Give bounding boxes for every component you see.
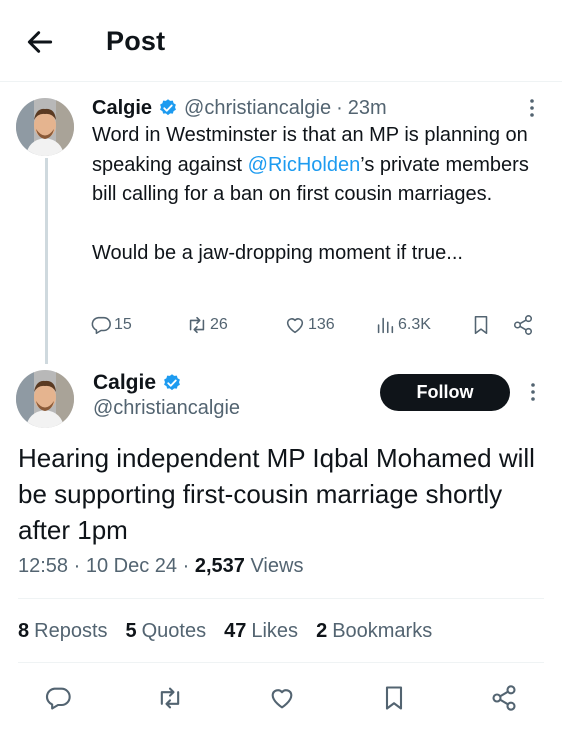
avatar[interactable] (16, 98, 74, 156)
heart-icon (286, 318, 304, 334)
separator-dot: · (182, 555, 190, 577)
views-count: 6.3K (398, 316, 431, 333)
top-bar: Post (0, 0, 562, 82)
reply-icon[interactable] (44, 684, 72, 712)
reposts-label: Reposts (34, 620, 108, 642)
like-button[interactable]: 136 (284, 312, 335, 338)
author-name[interactable]: Calgie (92, 97, 152, 120)
more-vertical-icon[interactable] (520, 96, 544, 120)
divider (18, 662, 544, 663)
reply-button[interactable]: 15 (90, 312, 132, 338)
views-count: 2,537 (194, 555, 245, 577)
post-date[interactable]: 10 Dec 24 (86, 555, 177, 577)
bookmark-icon (474, 315, 488, 335)
quoted-action-bar: 15 26 136 6.3K (90, 312, 540, 338)
main-author-row: Calgie (93, 369, 188, 397)
separator-dot: · (73, 555, 81, 577)
repost-count: 26 (210, 316, 228, 333)
reply-icon (91, 316, 111, 335)
page-title: Post (106, 26, 166, 56)
more-vertical-icon[interactable] (521, 380, 545, 404)
author-handle[interactable]: @christiancalgie (184, 97, 331, 120)
like-count: 136 (308, 316, 335, 333)
repost-icon[interactable] (156, 684, 184, 712)
post-text-paragraph: Would be a jaw-dropping moment if true..… (92, 242, 463, 264)
bookmarks-count: 2 (316, 620, 328, 642)
quotes-count: 5 (125, 620, 137, 642)
quoted-post-text: Word in Westminster is that an MP is pla… (92, 121, 544, 269)
repost-icon (189, 316, 205, 334)
likes-count: 47 (224, 620, 247, 642)
post-time[interactable]: 23m (348, 97, 387, 120)
repost-button[interactable]: 26 (186, 312, 228, 338)
post-metadata: 12:58 · 10 Dec 24 · 2,537 Views (18, 555, 303, 578)
views-label: Views (250, 555, 304, 577)
likes-label: Likes (251, 620, 299, 642)
likes-stat[interactable]: 47 Likes (224, 620, 298, 643)
follow-button[interactable]: Follow (380, 374, 510, 411)
views-button[interactable]: 6.3K (374, 312, 431, 338)
thread-connector-line (45, 158, 48, 364)
post-action-bar (0, 678, 562, 718)
engagement-stats: 8 Reposts 5 Quotes 47 Likes 2 Bookmarks (18, 620, 450, 643)
quotes-label: Quotes (141, 620, 207, 642)
author-name[interactable]: Calgie (93, 371, 156, 395)
reposts-stat[interactable]: 8 Reposts (18, 620, 108, 643)
quoted-author-row: Calgie @christiancalgie · 23m (92, 95, 387, 121)
separator-dot: · (336, 96, 343, 119)
reply-count: 15 (114, 316, 132, 333)
bookmarks-stat[interactable]: 2 Bookmarks (316, 620, 432, 643)
author-handle[interactable]: @christiancalgie (93, 397, 240, 420)
mention-link[interactable]: @RicHolden (248, 154, 361, 176)
reposts-count: 8 (18, 620, 30, 642)
views-chart-icon (377, 317, 394, 334)
verified-badge-icon (164, 374, 180, 391)
bookmarks-label: Bookmarks (332, 620, 433, 642)
bookmark-button[interactable] (470, 312, 494, 338)
share-icon[interactable] (490, 684, 518, 712)
main-post-text: Hearing independent MP Iqbal Mohamed wil… (18, 443, 535, 545)
quotes-stat[interactable]: 5 Quotes (126, 620, 207, 643)
heart-icon[interactable] (268, 684, 296, 712)
divider (18, 598, 544, 599)
bookmark-icon[interactable] (380, 684, 408, 712)
avatar[interactable] (16, 370, 74, 428)
share-button[interactable] (512, 312, 536, 338)
verified-badge-icon (160, 99, 176, 116)
arrow-left-icon[interactable] (24, 26, 56, 58)
post-time[interactable]: 12:58 (18, 555, 68, 577)
share-icon (513, 315, 533, 335)
